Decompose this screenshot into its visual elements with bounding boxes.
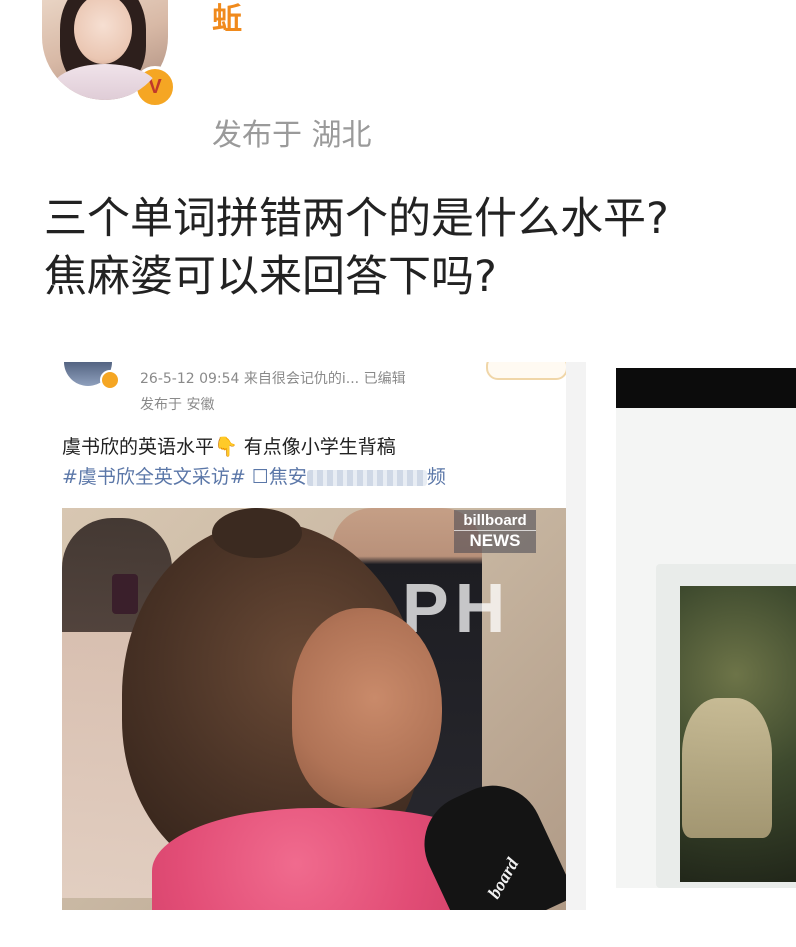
embedded-video-frame: PH board billboard NEWS xyxy=(62,508,566,910)
post-body: 三个单词拼错两个的是什么水平? 焦麻婆可以来回答下吗? xyxy=(44,190,764,306)
author-avatar-container[interactable]: V xyxy=(42,0,176,108)
billboard-news-logo: billboard NEWS xyxy=(454,510,536,553)
logo-line-news: NEWS xyxy=(454,530,536,551)
subject-face xyxy=(292,608,442,808)
subject-hair-bun xyxy=(212,508,302,558)
embedded-follow-button xyxy=(486,362,568,380)
embedded-verified-badge-icon xyxy=(100,370,120,390)
embedded-post-location: 发布于 安徽 xyxy=(140,397,215,413)
post-text-line: 焦麻婆可以来回答下吗? xyxy=(44,252,497,302)
avatar[interactable] xyxy=(42,0,168,100)
photo-figure xyxy=(682,698,772,838)
embedded-post-text: 虞书欣的英语水平👇 有点像小学生背稿 xyxy=(62,436,396,458)
post-location: 发布于 湖北 xyxy=(212,118,372,153)
author-name[interactable]: 蚯 xyxy=(212,0,242,38)
blurred-text xyxy=(306,469,427,486)
embedded-hashtag-tail: 频 xyxy=(426,466,446,488)
embedded-hashtag-text: #虞书欣全英文采访# ☐焦安 xyxy=(62,466,307,488)
phone-in-hand xyxy=(112,574,138,614)
embedded-hashtags: #虞书欣全英文采访# ☐焦安 频 xyxy=(62,462,446,489)
embedded-post-meta: 26-5-12 09:54 来自很会记仇的i... 已编辑 xyxy=(140,371,406,387)
post-text-line: 三个单词拼错两个的是什么水平? xyxy=(44,194,669,244)
image-black-bar xyxy=(616,368,796,408)
image-edge xyxy=(566,362,586,910)
post-image-2[interactable] xyxy=(616,368,796,888)
logo-line-billboard: billboard xyxy=(463,512,527,529)
post-image-1[interactable]: 26-5-12 09:54 来自很会记仇的i... 已编辑 发布于 安徽 虞书欣… xyxy=(60,362,586,910)
